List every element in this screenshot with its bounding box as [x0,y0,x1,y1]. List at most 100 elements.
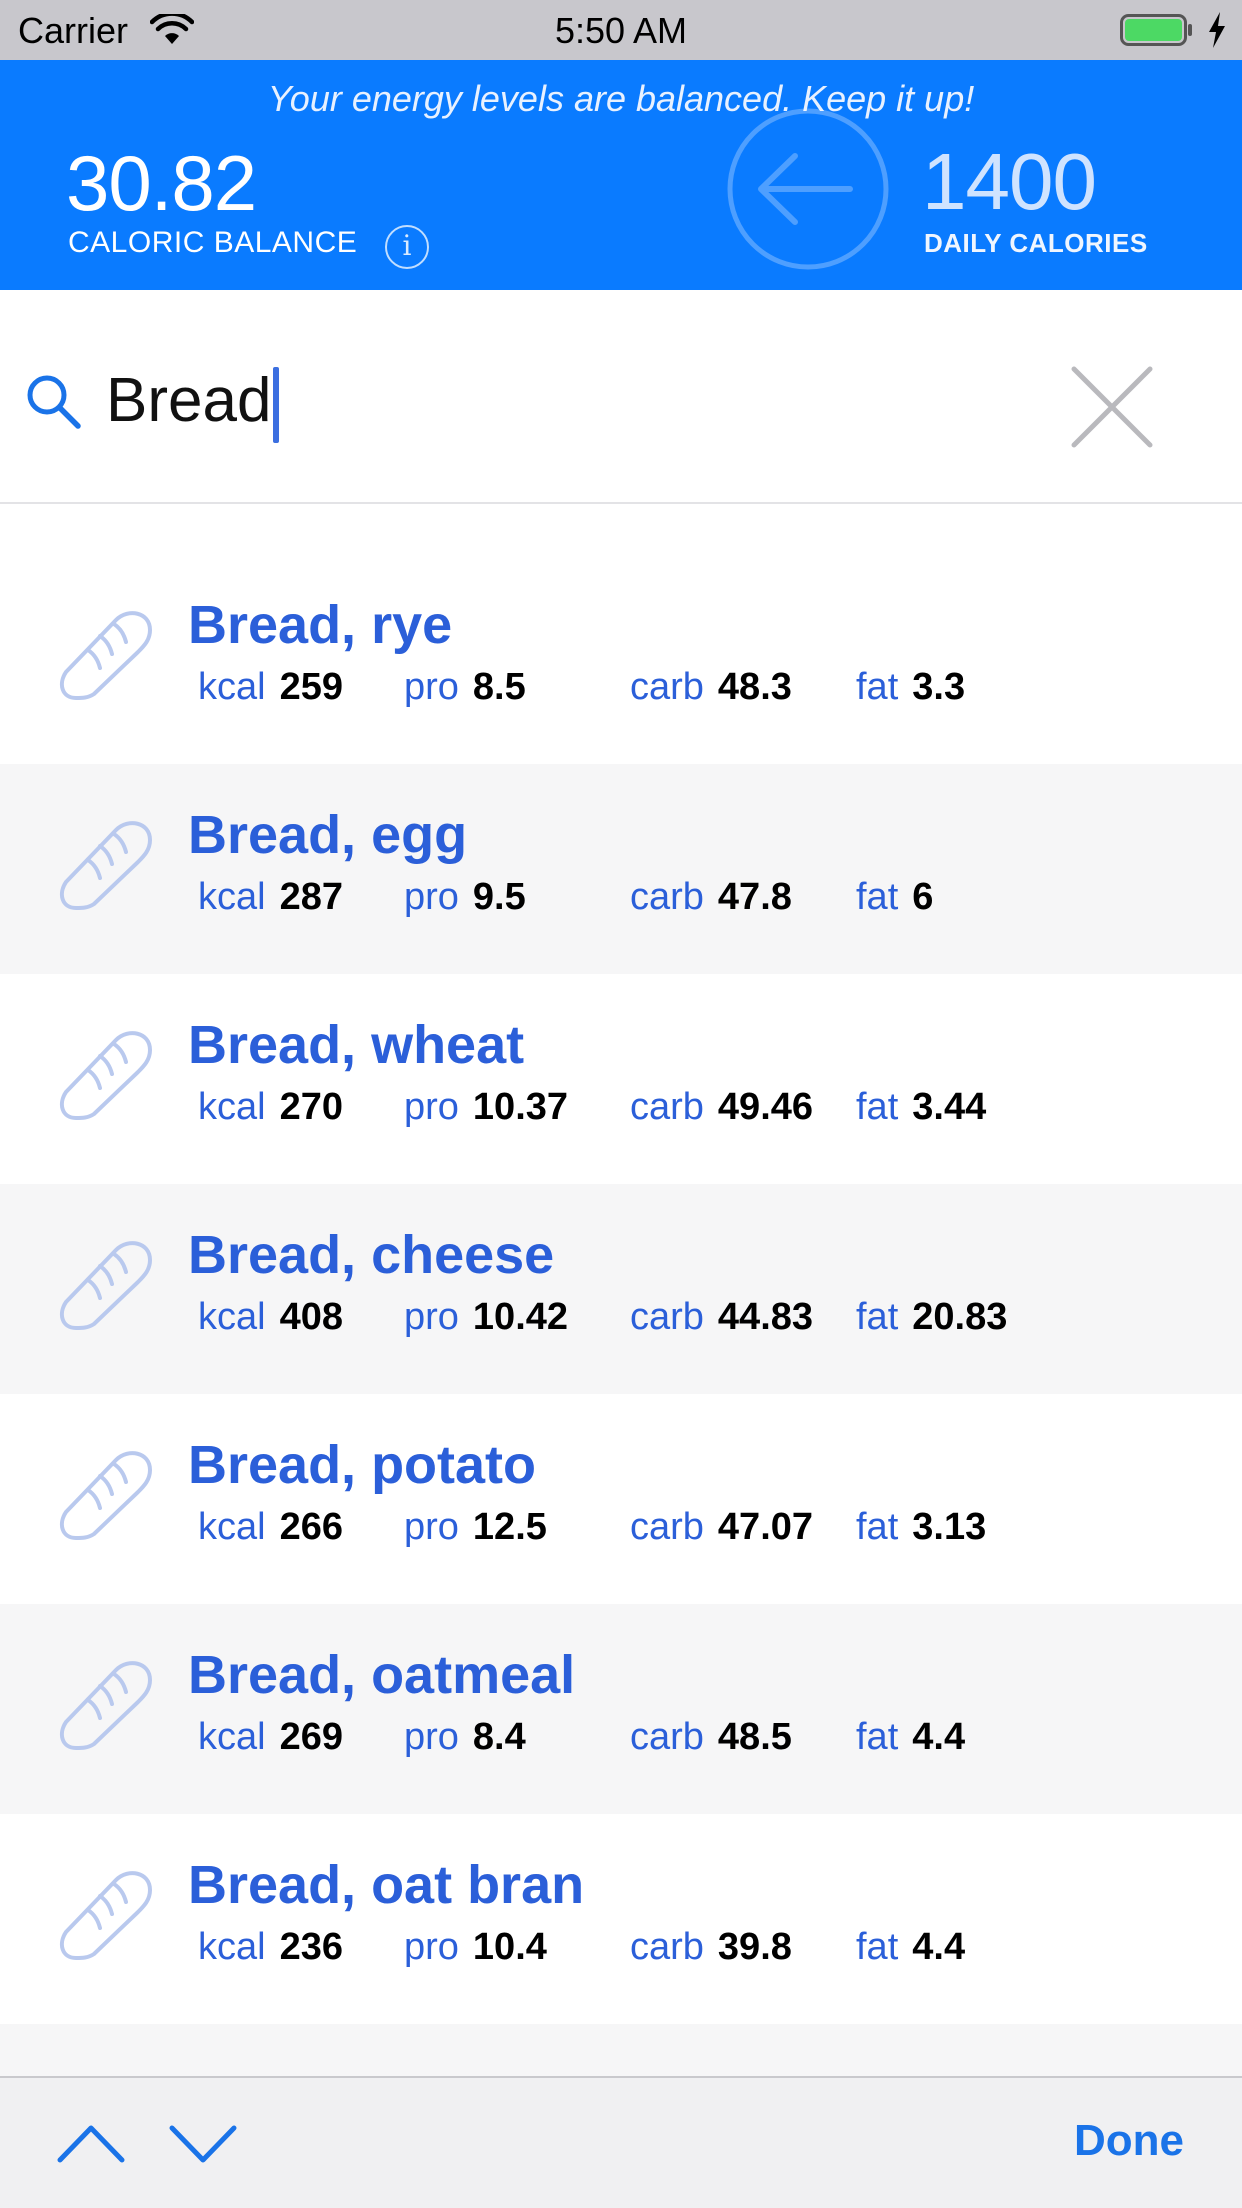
nutrient-pro-value: 8.4 [472,1716,526,1758]
result-row[interactable]: Bread, oatmeal kcal 269 pro 8.4 carb 48.5 fat 4.… [0,1604,1242,1814]
result-row[interactable]: Bread, wheat kcal 270 pro 10.37 carb 49.46 fat 3… [0,974,1242,1184]
caloric-balance-label: CALORIC BALANCE [68,226,358,259]
nutrient-kcal-value: 408 [279,1296,343,1338]
nutrient-kcal: kcal 266 [198,1506,343,1549]
nutrient-kcal-label: kcal [198,1716,266,1758]
nutrient-fat: fat 6 [856,876,933,919]
nutrient-pro-value: 9.5 [472,876,526,918]
bread-icon [54,1446,154,1546]
nutrient-carb-value: 48.5 [717,1716,792,1758]
food-name: Bread, potato [188,1435,537,1495]
nutrient-pro-value: 8.5 [472,666,526,708]
bread-icon [54,1866,154,1966]
nutrient-carb-value: 39.8 [717,1926,792,1968]
results-list: Bread, rye kcal 259 pro 8.5 carb 48.3 fat 3.3 Bre… [0,504,1242,2076]
nutrient-fat-label: fat [856,1086,899,1128]
nutrient-pro-label: pro [404,666,459,708]
nutrient-carb: carb 48.5 [630,1716,792,1759]
nutrient-fat-label: fat [856,876,899,918]
daily-calories-value: 1400 [922,137,1097,226]
nutrient-kcal-value: 236 [279,1926,343,1968]
nutrient-fat: fat 4.4 [856,1716,965,1759]
result-row[interactable]: Bread, egg kcal 287 pro 9.5 carb 47.8 fat 6 [0,764,1242,974]
nutrient-kcal-label: kcal [198,1926,266,1968]
nutrient-pro-value: 10.42 [472,1296,569,1338]
food-name: Bread, rye [188,595,453,655]
food-name: Bread, wheat [188,1015,525,1075]
nutrient-kcal-value: 287 [279,876,343,918]
nutrient-kcal-label: kcal [198,1086,266,1128]
nutrient-pro-label: pro [404,1506,459,1548]
done-button[interactable]: Done [1074,2116,1184,2166]
nutrient-kcal-label: kcal [198,1296,266,1338]
text-caret [273,366,280,443]
nutrient-kcal: kcal 270 [198,1086,343,1129]
nutrient-pro-value: 12.5 [472,1506,547,1548]
nutrient-fat-value: 6 [912,876,934,918]
nutrient-pro-label: pro [404,1296,459,1338]
chevron-up-icon[interactable] [56,2120,126,2166]
nutrient-fat-value: 3.3 [912,666,966,708]
nutrient-carb: carb 48.3 [630,666,792,709]
search-input-text: Bread [106,366,272,435]
bread-icon [54,1236,154,1336]
nutrient-fat: fat 3.44 [856,1086,986,1129]
nutrient-pro: pro 9.5 [404,876,526,919]
result-row[interactable]: Bread, cheese kcal 408 pro 10.42 carb 44.83 fat… [0,1184,1242,1394]
result-row[interactable]: Bread, oat bran kcal 236 pro 10.4 carb 39.8 fat… [0,1814,1242,2024]
nutrient-carb-label: carb [630,876,704,918]
nutrient-pro: pro 8.5 [404,666,526,709]
chevron-down-icon[interactable] [168,2120,238,2166]
nutrient-carb-label: carb [630,1926,704,1968]
status-bar: Carrier 5:50 AM [0,0,1242,60]
nutrient-carb-label: carb [630,1086,704,1128]
nutrient-carb: carb 47.8 [630,876,792,919]
nutrient-fat: fat 4.4 [856,1926,965,1969]
nutrient-fat-label: fat [856,1926,899,1968]
nutrient-pro: pro 10.37 [404,1086,568,1129]
nutrient-kcal-value: 269 [279,1716,343,1758]
nutrient-kcal: kcal 269 [198,1716,343,1759]
food-name: Bread, cheese [188,1225,555,1285]
nutrient-carb-value: 47.07 [717,1506,814,1548]
clear-icon[interactable] [1070,365,1154,449]
nutrient-kcal: kcal 259 [198,666,343,709]
nutrient-pro: pro 10.42 [404,1296,568,1339]
nutrient-fat-label: fat [856,1296,899,1338]
nutrient-fat-value: 3.13 [912,1506,987,1548]
nutrient-carb: carb 49.46 [630,1086,813,1129]
nutrient-carb-label: carb [630,666,704,708]
app-root: Carrier 5:50 AM Your energy levels are b… [0,0,1242,2208]
nutrient-carb-value: 48.3 [717,666,792,708]
nutrient-fat: fat 20.83 [856,1296,1007,1339]
nutrient-carb-value: 44.83 [717,1296,814,1338]
result-row-partial [0,2024,1242,2076]
nutrient-carb: carb 44.83 [630,1296,813,1339]
result-row[interactable]: Bread, potato kcal 266 pro 12.5 carb 47.07 fat 3… [0,1394,1242,1604]
result-row[interactable]: Bread, rye kcal 259 pro 8.5 carb 48.3 fat 3.3 [0,554,1242,764]
bread-icon [54,816,154,916]
nutrient-pro-label: pro [404,1926,459,1968]
nutrient-carb: carb 39.8 [630,1926,792,1969]
back-arrow-icon[interactable] [725,106,891,272]
battery-icon [1120,14,1192,46]
nutrient-carb-value: 49.46 [717,1086,814,1128]
nutrient-carb-label: carb [630,1506,704,1548]
search-bar: Bread [0,290,1242,504]
nutrient-kcal-label: kcal [198,666,266,708]
nutrient-kcal-value: 259 [279,666,343,708]
search-input[interactable]: Bread [106,356,1006,446]
nutrient-kcal-label: kcal [198,1506,266,1548]
nutrient-pro-label: pro [404,1086,459,1128]
info-icon[interactable]: i [385,225,429,269]
nutrient-kcal-value: 266 [279,1506,343,1548]
nutrient-pro-label: pro [404,1716,459,1758]
clock: 5:50 AM [554,10,688,51]
nutrient-pro-value: 10.4 [472,1926,547,1968]
nutrient-fat: fat 3.13 [856,1506,986,1549]
nutrient-fat-value: 20.83 [912,1296,1008,1338]
nutrient-carb-value: 47.8 [717,876,792,918]
daily-calories-label: DAILY CALORIES [924,228,1148,258]
nutrient-fat-label: fat [856,1506,899,1548]
nutrient-pro: pro 12.5 [404,1506,547,1549]
